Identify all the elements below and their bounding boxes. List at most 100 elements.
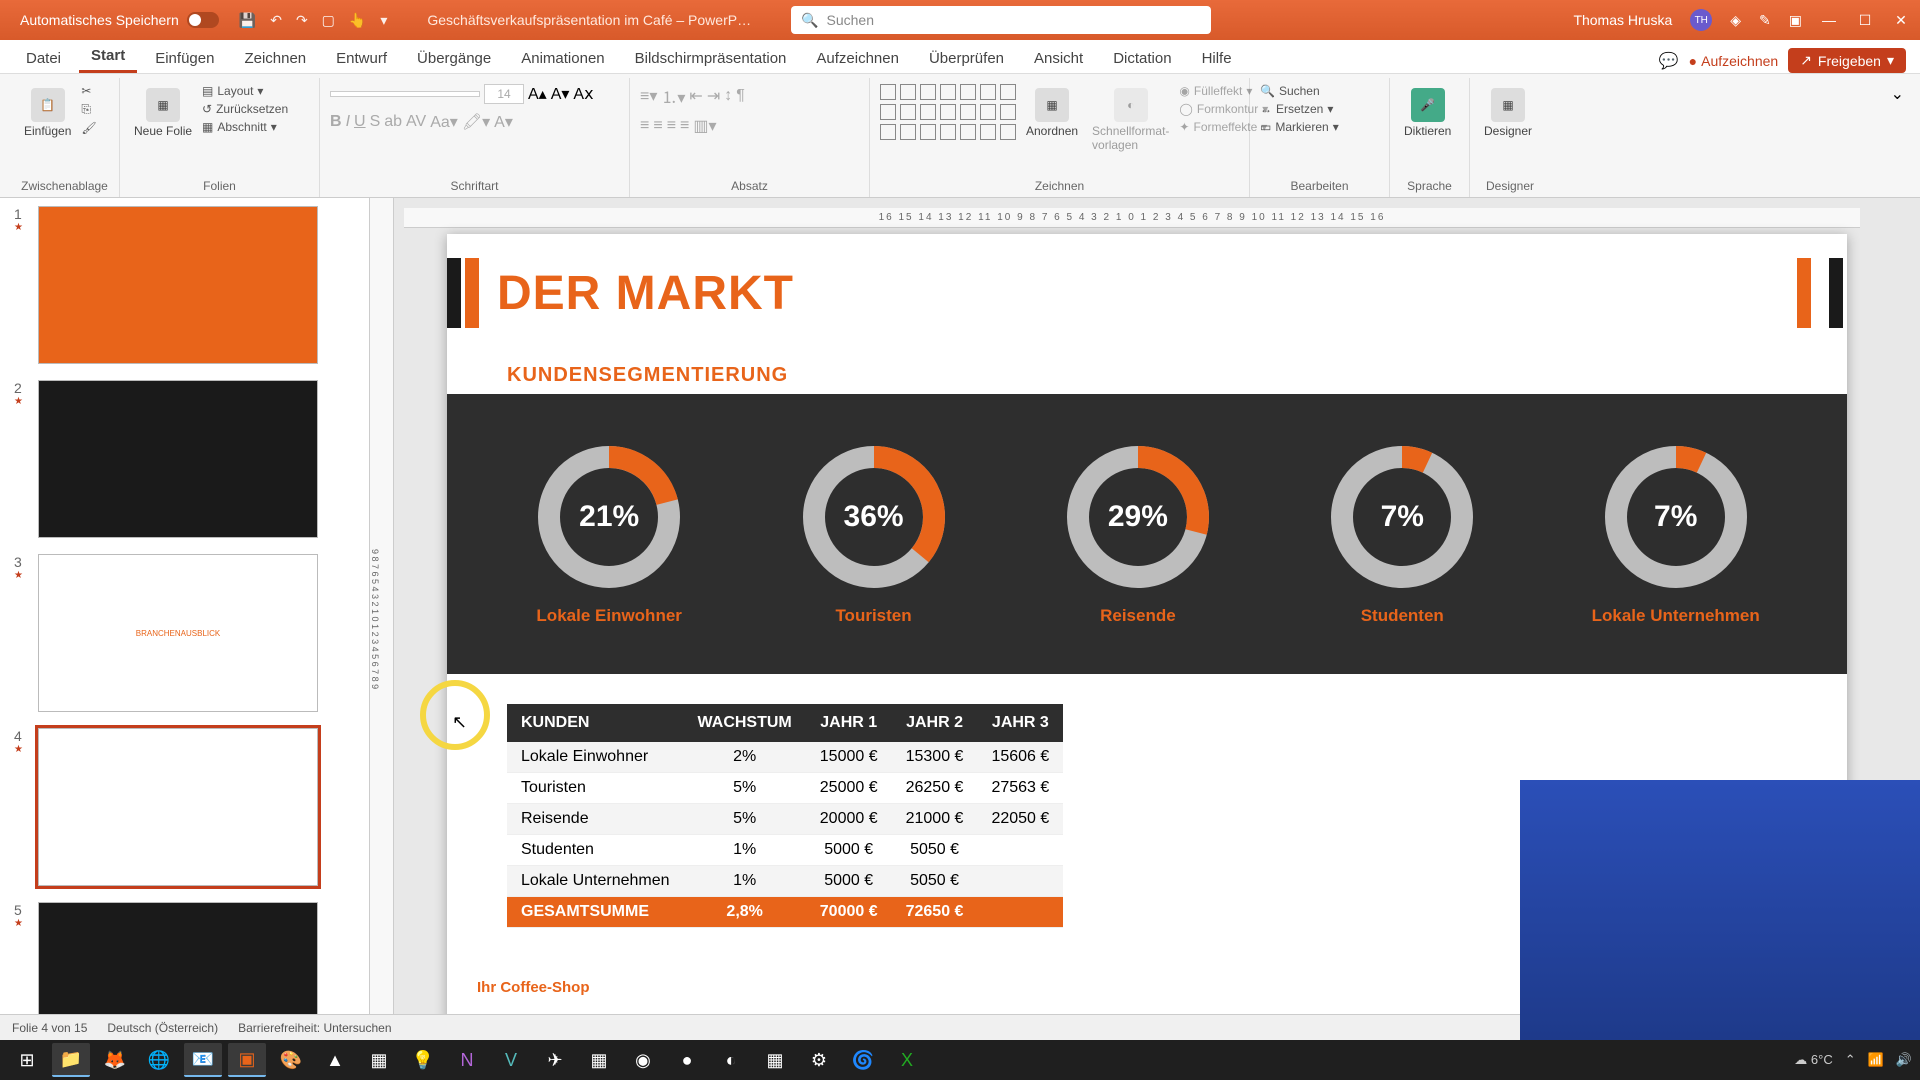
diamond-icon[interactable]: ◈ bbox=[1730, 12, 1741, 29]
start-icon[interactable]: ⊞ bbox=[8, 1043, 46, 1077]
outline-button[interactable]: ◯ Formkontur▾ bbox=[1179, 102, 1268, 116]
italic-icon[interactable]: I bbox=[346, 113, 350, 131]
align-left-icon[interactable]: ≡ bbox=[640, 117, 649, 135]
pen-icon[interactable]: ✎ bbox=[1759, 12, 1771, 29]
powerpoint-icon[interactable]: ▣ bbox=[228, 1043, 266, 1077]
tab-hilfe[interactable]: Hilfe bbox=[1190, 44, 1244, 73]
share-button[interactable]: ↗ Freigeben ▾ bbox=[1788, 48, 1906, 73]
excel-icon[interactable]: X bbox=[888, 1043, 926, 1077]
thumbnail-slide-3[interactable]: BRANCHENAUSBLICK bbox=[38, 554, 318, 712]
tab-uebergaenge[interactable]: Übergänge bbox=[405, 44, 503, 73]
slide-subtitle[interactable]: KUNDENSEGMENTIERUNG bbox=[507, 364, 788, 387]
outdent-icon[interactable]: ⇤ bbox=[689, 86, 702, 106]
effects-button[interactable]: ✦ Formeffekte▾ bbox=[1179, 120, 1268, 134]
tab-bildschirm[interactable]: Bildschirmpräsentation bbox=[623, 44, 799, 73]
collapse-ribbon-icon[interactable]: ⌄ bbox=[1891, 86, 1904, 103]
shape-gallery[interactable] bbox=[880, 84, 1016, 140]
underline-icon[interactable]: U bbox=[354, 113, 366, 131]
tab-einfuegen[interactable]: Einfügen bbox=[143, 44, 226, 73]
case-icon[interactable]: Aa▾ bbox=[430, 112, 458, 132]
chrome-icon[interactable]: 🌐 bbox=[140, 1043, 178, 1077]
search-box[interactable]: 🔍 Suchen bbox=[791, 6, 1211, 34]
bold-icon[interactable]: B bbox=[330, 113, 342, 131]
line-spacing-icon[interactable]: ↕ bbox=[724, 87, 732, 105]
qat-more-icon[interactable]: ▾ bbox=[380, 12, 387, 29]
tab-start[interactable]: Start bbox=[79, 41, 137, 73]
columns-icon[interactable]: ▥▾ bbox=[693, 116, 716, 136]
tab-ansicht[interactable]: Ansicht bbox=[1022, 44, 1095, 73]
settings-icon[interactable]: ⚙ bbox=[800, 1043, 838, 1077]
close-icon[interactable]: ✕ bbox=[1892, 12, 1910, 29]
record-button[interactable]: ● Aufzeichnen bbox=[1689, 53, 1779, 69]
decrease-font-icon[interactable]: A▾ bbox=[551, 84, 570, 104]
tray-chevron-icon[interactable]: ⌃ bbox=[1845, 1052, 1856, 1068]
font-color-icon[interactable]: A▾ bbox=[494, 112, 513, 132]
app-icon-4[interactable]: ▦ bbox=[580, 1043, 618, 1077]
app-icon-5[interactable]: ● bbox=[668, 1043, 706, 1077]
vlc-icon[interactable]: ▲ bbox=[316, 1043, 354, 1077]
app-icon-2[interactable]: ▦ bbox=[360, 1043, 398, 1077]
strike-icon[interactable]: S bbox=[370, 113, 381, 131]
font-size-field[interactable]: 14 bbox=[484, 84, 524, 104]
thumbnail-slide-2[interactable] bbox=[38, 380, 318, 538]
tab-datei[interactable]: Datei bbox=[14, 44, 73, 73]
tray-network-icon[interactable]: 📶 bbox=[1868, 1052, 1884, 1068]
user-name[interactable]: Thomas Hruska bbox=[1573, 12, 1672, 28]
slide-counter[interactable]: Folie 4 von 15 bbox=[12, 1021, 87, 1035]
window-layout-icon[interactable]: ▣ bbox=[1789, 12, 1802, 29]
thumbnail-slide-1[interactable] bbox=[38, 206, 318, 364]
arrange-button[interactable]: ▦Anordnen bbox=[1022, 84, 1082, 142]
save-icon[interactable]: 💾 bbox=[239, 12, 256, 29]
paste-button[interactable]: 📋Einfügen bbox=[20, 84, 75, 142]
justify-icon[interactable]: ≡ bbox=[680, 117, 689, 135]
tab-ueberpruefen[interactable]: Überprüfen bbox=[917, 44, 1016, 73]
bullets-icon[interactable]: ≡▾ bbox=[640, 86, 657, 106]
obs-icon[interactable]: ◉ bbox=[624, 1043, 662, 1077]
reset-button[interactable]: ↺ Zurücksetzen bbox=[202, 102, 288, 116]
app-icon-v[interactable]: V bbox=[492, 1043, 530, 1077]
tab-aufzeichnen[interactable]: Aufzeichnen bbox=[804, 44, 911, 73]
user-avatar[interactable]: TH bbox=[1690, 9, 1712, 31]
language-status[interactable]: Deutsch (Österreich) bbox=[107, 1021, 218, 1035]
align-right-icon[interactable]: ≡ bbox=[667, 117, 676, 135]
app-icon-6[interactable]: ◐ bbox=[712, 1043, 750, 1077]
weather-widget[interactable]: ☁ 6°C bbox=[1794, 1052, 1832, 1068]
telegram-icon[interactable]: ✈ bbox=[536, 1043, 574, 1077]
outlook-icon[interactable]: 📧 bbox=[184, 1043, 222, 1077]
donut-chart-band[interactable]: 21% Lokale Einwohner 36% Touristen 29% R… bbox=[447, 394, 1847, 674]
undo-icon[interactable]: ↶ bbox=[270, 12, 282, 29]
redo-icon[interactable]: ↷ bbox=[296, 12, 308, 29]
quickstyles-button[interactable]: ◐Schnellformat-vorlagen bbox=[1088, 84, 1173, 156]
slide-thumbnails[interactable]: 1★2★3★BRANCHENAUSBLICK4★DER MARKT5★6★ bbox=[0, 198, 370, 1040]
thumbnail-slide-4[interactable]: DER MARKT bbox=[38, 728, 318, 886]
spacing-icon[interactable]: AV bbox=[406, 113, 426, 131]
select-button[interactable]: ▭ Markieren▾ bbox=[1260, 120, 1339, 134]
touch-mode-icon[interactable]: 👆 bbox=[349, 12, 366, 29]
font-family-field[interactable] bbox=[330, 91, 480, 97]
app-icon-3[interactable]: 💡 bbox=[404, 1043, 442, 1077]
dictate-button[interactable]: 🎤Diktieren bbox=[1400, 84, 1455, 142]
tab-animationen[interactable]: Animationen bbox=[509, 44, 616, 73]
replace-button[interactable]: ↔ Ersetzen▾ bbox=[1260, 102, 1339, 116]
autosave-toggle[interactable]: Automatisches Speichern bbox=[20, 12, 219, 28]
copy-icon[interactable]: ⎘ bbox=[81, 102, 96, 117]
format-painter-icon[interactable]: 🖌 bbox=[81, 121, 96, 135]
from-beginning-icon[interactable]: ▢ bbox=[322, 12, 335, 29]
tab-zeichnen[interactable]: Zeichnen bbox=[232, 44, 318, 73]
cut-icon[interactable]: ✂ bbox=[81, 84, 96, 98]
text-direction-icon[interactable]: ¶ bbox=[736, 87, 745, 105]
slide-title[interactable]: DER MARKT bbox=[497, 266, 794, 321]
tray-volume-icon[interactable]: 🔊 bbox=[1896, 1052, 1912, 1068]
toggle-switch[interactable] bbox=[187, 12, 219, 28]
edge-icon[interactable]: 🌀 bbox=[844, 1043, 882, 1077]
shadow-icon[interactable]: ab bbox=[384, 113, 402, 131]
numbering-icon[interactable]: ⒈▾ bbox=[661, 84, 685, 108]
clear-format-icon[interactable]: Aⅹ bbox=[573, 84, 593, 104]
slide-footer[interactable]: Ihr Coffee-Shop bbox=[477, 979, 590, 996]
firefox-icon[interactable]: 🦊 bbox=[96, 1043, 134, 1077]
onenote-icon[interactable]: N bbox=[448, 1043, 486, 1077]
highlight-icon[interactable]: 🖍▾ bbox=[462, 112, 490, 132]
align-center-icon[interactable]: ≡ bbox=[653, 117, 662, 135]
section-button[interactable]: ▦ Abschnitt ▾ bbox=[202, 120, 288, 134]
fill-button[interactable]: ◉ Fülleffekt▾ bbox=[1179, 84, 1268, 98]
